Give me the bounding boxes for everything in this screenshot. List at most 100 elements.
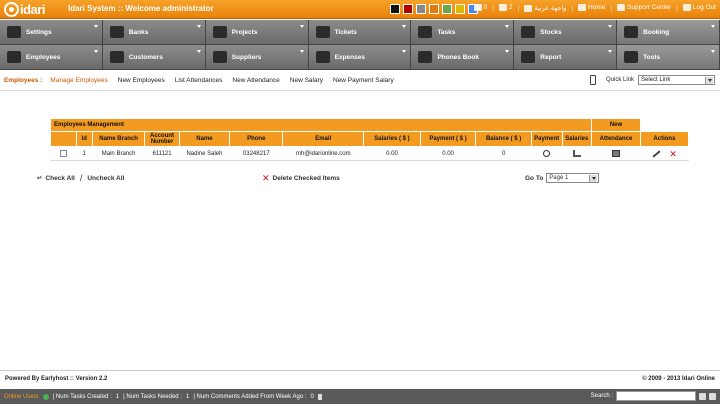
menu-projects[interactable]: Projects <box>205 20 309 45</box>
bank-icon <box>109 26 124 38</box>
page-select[interactable]: Page 1 <box>546 173 600 183</box>
wrench-icon <box>7 26 21 38</box>
chevron-down-icon <box>705 77 713 84</box>
edit-icon[interactable] <box>652 149 661 158</box>
logout-link[interactable]: Log Out <box>682 4 716 12</box>
col-actions: Actions <box>639 131 690 147</box>
col-account-number[interactable]: Account Number <box>144 131 180 147</box>
notifications-link[interactable]: 2 <box>499 4 513 12</box>
theme-swatch[interactable] <box>390 4 400 14</box>
cell-attendance-action <box>591 146 641 161</box>
col-email[interactable]: Email <box>282 131 365 147</box>
link-new-salary[interactable]: New Salary <box>290 77 323 84</box>
support-link[interactable]: Support Center <box>617 4 671 12</box>
main-menu: Settings Banks Projects Tickets Tasks St… <box>0 20 720 70</box>
cell-email: mh@idarionline.com <box>282 146 365 161</box>
top-header: idari Idari System :: Welcome administra… <box>0 0 720 19</box>
home-link[interactable]: Home <box>578 4 605 12</box>
col-salaries-action: Salaries <box>561 131 593 147</box>
menu-employees[interactable]: Employees <box>0 45 103 70</box>
menu-banks[interactable]: Banks <box>102 20 206 45</box>
col-payment-amount[interactable]: Payment ( $ ) <box>419 131 477 147</box>
dropdown-arrow-icon <box>299 50 304 53</box>
settings-icon[interactable] <box>709 392 716 400</box>
menu-booking[interactable]: Booking <box>617 20 720 45</box>
menu-settings[interactable]: Settings <box>0 20 103 45</box>
comments-count: 0 <box>310 393 314 400</box>
briefcase-icon <box>315 51 330 63</box>
menu-suppliers[interactable]: Suppliers <box>205 45 309 70</box>
flag-icon <box>524 4 533 12</box>
dropdown-arrow-icon <box>402 50 407 53</box>
messages-link[interactable]: 0 <box>473 4 487 12</box>
copyright: © 2009 - 2013 Idari Online <box>642 376 715 382</box>
check-arrow-icon: ↵ <box>37 175 43 182</box>
delete-icon[interactable]: ✕ <box>669 149 677 158</box>
col-select <box>50 131 77 147</box>
uncheck-all-link[interactable]: Uncheck All <box>87 175 124 182</box>
col-name-branch[interactable]: Name Branch <box>91 131 146 147</box>
home-icon <box>578 4 587 12</box>
employees-icon <box>7 51 21 63</box>
truck-icon <box>521 26 536 38</box>
col-payment: Payment <box>530 131 563 147</box>
top-links: 0 | 2 | واجهة عربية | Home | Support Cen… <box>473 4 716 12</box>
menu-tools[interactable]: Tools <box>617 45 720 70</box>
quick-link-select[interactable]: Select Link <box>638 75 715 85</box>
booking-icon <box>624 26 639 38</box>
search-icon[interactable] <box>699 392 706 400</box>
theme-swatch[interactable] <box>429 4 439 14</box>
col-phone[interactable]: Phone <box>229 131 284 147</box>
salary-chart-icon[interactable] <box>572 149 581 157</box>
search-input[interactable] <box>616 391 696 401</box>
col-salaries[interactable]: Salaries ( $ ) <box>363 131 421 147</box>
status-bar: Online Users | Num Tasks Created : 1 | N… <box>0 389 720 404</box>
col-attendance: Attendance <box>591 131 641 147</box>
menu-phones-book[interactable]: Phones Book <box>411 45 515 70</box>
tasks-created-count: 1 <box>115 393 120 400</box>
arabic-link[interactable]: واجهة عربية <box>524 4 566 12</box>
powered-by: Powered By Earlyhost :: Version 2.2 <box>5 376 108 382</box>
link-list-attendances[interactable]: List Attendances <box>175 77 223 84</box>
dropdown-arrow-icon <box>93 25 98 28</box>
attendance-icon[interactable] <box>611 149 620 157</box>
suppliers-icon <box>212 51 227 63</box>
col-name[interactable]: Name <box>178 131 231 147</box>
dropdown-arrow-icon <box>711 50 716 53</box>
menu-row-1: Settings Banks Projects Tickets Tasks St… <box>0 20 720 45</box>
menu-report[interactable]: Report <box>514 45 618 70</box>
theme-swatch[interactable] <box>416 4 426 14</box>
theme-swatch[interactable] <box>403 4 413 14</box>
mail-icon <box>473 4 482 12</box>
employees-table: Employees Management New Id Name Branch … <box>49 118 690 161</box>
menu-customers[interactable]: Customers <box>102 45 206 70</box>
delete-checked[interactable]: ✕ Delete Checked Items <box>262 173 340 184</box>
dropdown-arrow-icon <box>196 25 201 28</box>
link-manage-employees[interactable]: Manage Employees <box>50 77 107 84</box>
chart-icon <box>521 51 536 63</box>
check-controls: ↵ Check All / Uncheck All <box>37 173 125 183</box>
quick-link: Quick Link Select Link <box>589 75 715 85</box>
delete-icon: ✕ <box>262 173 270 183</box>
dropdown-arrow-icon <box>505 25 510 28</box>
row-checkbox[interactable] <box>59 149 67 157</box>
menu-tickets[interactable]: Tickets <box>308 20 412 45</box>
money-icon[interactable] <box>543 149 551 157</box>
dropdown-arrow-icon <box>608 50 613 53</box>
online-users-link[interactable]: Online Users <box>4 394 39 400</box>
menu-stocks[interactable]: Stocks <box>514 20 618 45</box>
link-new-payment-salary[interactable]: New Payment Salary <box>333 77 394 84</box>
menu-expenses[interactable]: Expenses <box>308 45 412 70</box>
menu-tasks[interactable]: Tasks <box>411 20 515 45</box>
link-new-attendance[interactable]: New Attendance <box>232 77 279 84</box>
cell-payment: 0.00 <box>419 146 477 161</box>
col-balance[interactable]: Balance ( $ ) <box>475 131 532 147</box>
logo-icon <box>4 2 19 17</box>
online-status-icon <box>42 393 49 400</box>
theme-swatch[interactable] <box>442 4 452 14</box>
check-all-link[interactable]: Check All <box>45 175 74 182</box>
link-new-employees[interactable]: New Employees <box>118 77 165 84</box>
theme-swatch[interactable] <box>455 4 465 14</box>
col-id[interactable]: Id <box>75 131 93 147</box>
new-employee-link[interactable]: New <box>591 118 641 132</box>
